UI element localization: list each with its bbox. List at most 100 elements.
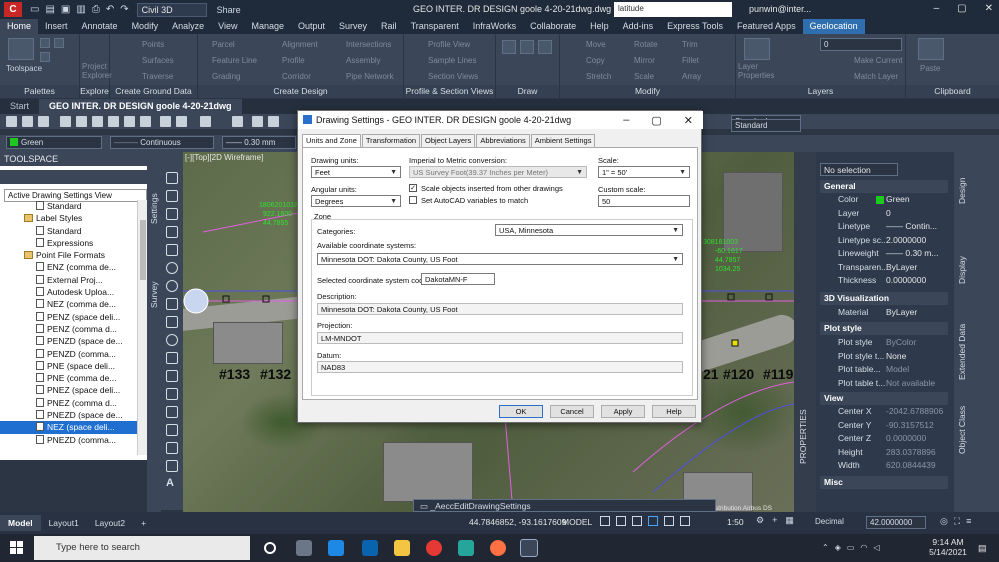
revcloud-icon[interactable] — [166, 298, 178, 310]
traverse-button[interactable]: Traverse — [142, 72, 173, 81]
undo-icon[interactable] — [200, 116, 211, 127]
minimize-icon[interactable]: – — [623, 114, 629, 127]
property-row[interactable]: Plot style ByColor — [820, 337, 948, 350]
polyline-icon[interactable] — [166, 208, 178, 220]
point-marker[interactable] — [731, 339, 739, 347]
model-space-toggle[interactable]: MODEL — [562, 517, 592, 527]
tree-item[interactable]: PNEZD (space de... — [0, 409, 137, 421]
ribbon-tab-annotate[interactable]: Annotate — [75, 19, 125, 34]
property-row-material[interactable]: Material ByLayer — [820, 307, 948, 320]
tree-item[interactable]: PNEZ (space deli... — [0, 384, 137, 396]
categories-select[interactable]: USA, Minnesota ▼ — [495, 224, 683, 236]
match-layer-button[interactable]: Match Layer — [854, 72, 898, 81]
scale-select[interactable]: 1" = 50' ▼ — [598, 166, 690, 178]
tool-icon[interactable] — [6, 116, 17, 127]
rotate-button[interactable]: Rotate — [634, 40, 658, 49]
line-icon[interactable] — [166, 172, 178, 184]
tool-icon[interactable] — [140, 116, 151, 127]
file-explorer-icon[interactable] — [394, 540, 410, 556]
undo-icon[interactable]: ↶ — [106, 4, 114, 15]
extended-data-tab[interactable]: Extended Data — [957, 324, 967, 380]
tab-start[interactable]: Start — [0, 99, 39, 114]
available-systems-select[interactable]: Minnesota DOT: Dakota County, US Foot ▼ — [317, 253, 683, 265]
style-dropdown-2[interactable]: Standard — [731, 119, 801, 132]
tool-icon[interactable] — [22, 116, 33, 127]
ribbon-tab-analyze[interactable]: Analyze — [165, 19, 211, 34]
tree-item[interactable]: PNEZ (comma d... — [0, 397, 137, 409]
civil3d-logo[interactable]: C — [4, 2, 22, 17]
tab-model[interactable]: Model — [0, 515, 41, 531]
palette-icon[interactable] — [40, 38, 50, 48]
plot-icon[interactable]: ⎙ — [92, 4, 100, 15]
section-plot-style[interactable]: Plot style — [820, 322, 948, 335]
minimize-icon[interactable]: – — [934, 3, 940, 14]
civil3d-taskbar-icon[interactable] — [520, 539, 538, 557]
save-as-icon[interactable]: ▥ — [76, 4, 85, 15]
volume-icon[interactable]: ◁ — [873, 543, 879, 552]
tab-object-layers[interactable]: Object Layers — [421, 134, 476, 147]
help-button[interactable]: Help — [652, 405, 696, 418]
tree-item[interactable]: PNE (comma de... — [0, 372, 137, 384]
tree-item[interactable]: PENZ (space deli... — [0, 311, 137, 323]
layer-properties-icon[interactable] — [744, 38, 770, 60]
windows-start-icon[interactable] — [10, 541, 24, 555]
imperial-select[interactable]: US Survey Foot(39.37 Inches per Meter) ▼ — [409, 166, 587, 178]
property-row[interactable]: Plot table t... Not available — [820, 378, 948, 391]
paste-button[interactable]: Paste — [920, 64, 940, 73]
ellipse-icon[interactable] — [166, 334, 178, 346]
parcel-button[interactable]: Parcel — [212, 40, 235, 49]
drawing-units-select[interactable]: Feet ▼ — [311, 166, 401, 178]
layer-dropdown[interactable]: 0 — [820, 38, 902, 51]
toolspace-button[interactable]: Toolspace — [6, 64, 42, 73]
set-autocad-checkbox[interactable] — [409, 196, 417, 204]
edge-new-icon[interactable] — [458, 540, 474, 556]
chevron-up-icon[interactable]: ⌃ — [822, 543, 829, 552]
tool-icon[interactable] — [124, 116, 135, 127]
tool-icon[interactable] — [76, 116, 87, 127]
ribbon-tab-featured-apps[interactable]: Featured Apps — [730, 19, 803, 34]
ribbon-tab-collaborate[interactable]: Collaborate — [523, 19, 583, 34]
tree-item[interactable]: Autodesk Uploa... — [0, 286, 137, 298]
redo-icon[interactable]: ↷ — [120, 4, 128, 15]
region-icon[interactable] — [166, 442, 178, 454]
ribbon-tab-manage[interactable]: Manage — [244, 19, 291, 34]
tool-icon[interactable] — [160, 116, 171, 127]
pan-icon[interactable] — [252, 116, 263, 127]
new-icon[interactable]: ▭ — [30, 4, 39, 15]
tree-item[interactable]: PNEZD (comma... — [0, 434, 137, 446]
property-row[interactable]: Thickness 0.0000000 — [820, 275, 948, 288]
tree-item[interactable]: ENZ (comma de... — [0, 261, 137, 273]
toolspace-icon[interactable] — [8, 38, 34, 60]
ribbon-tab-help[interactable]: Help — [583, 19, 616, 34]
ok-button[interactable]: OK — [499, 405, 543, 418]
close-icon[interactable]: ✕ — [684, 114, 693, 127]
notification-icon[interactable]: ▤ — [978, 543, 987, 554]
lineweight-dropdown[interactable]: —— 0.30 mm — [222, 136, 296, 149]
surfaces-button[interactable]: Surfaces — [142, 56, 174, 65]
save-icon[interactable]: ▣ — [61, 4, 70, 15]
ribbon-tab-infraworks[interactable]: InfraWorks — [466, 19, 523, 34]
grid-icon[interactable] — [600, 516, 610, 526]
properties-tab[interactable]: PROPERTIES — [798, 409, 808, 464]
firefox-icon[interactable] — [490, 540, 506, 556]
task-view-icon[interactable] — [296, 540, 312, 556]
tool-icon[interactable] — [38, 116, 49, 127]
ribbon-tab-modify[interactable]: Modify — [125, 19, 166, 34]
settings-gear-icon[interactable]: ⚙ — [756, 515, 764, 526]
toolspace-scrollbar[interactable] — [137, 200, 147, 455]
property-row[interactable]: Linetype —— Contin... — [820, 221, 948, 234]
ribbon-tab-express-tools[interactable]: Express Tools — [660, 19, 730, 34]
edge-icon[interactable] — [328, 540, 344, 556]
tree-item[interactable]: PNE (space deli... — [0, 360, 137, 372]
hatch-icon[interactable] — [166, 406, 178, 418]
assembly-button[interactable]: Assembly — [346, 56, 381, 65]
tree-item[interactable]: NEZ (comma de... — [0, 298, 137, 310]
survey-tab[interactable]: Survey — [149, 282, 159, 308]
tool-icon[interactable] — [108, 116, 119, 127]
object-class-tab[interactable]: Object Class — [957, 406, 967, 454]
command-line[interactable]: ▭ _AeccEditDrawingSettings — [413, 499, 716, 512]
code-input[interactable]: DakotaMN-F — [421, 273, 495, 285]
pipe-network-button[interactable]: Pipe Network — [346, 72, 394, 81]
fullscreen-icon[interactable]: ⛶ — [954, 516, 960, 527]
palette-icon[interactable] — [40, 52, 50, 62]
